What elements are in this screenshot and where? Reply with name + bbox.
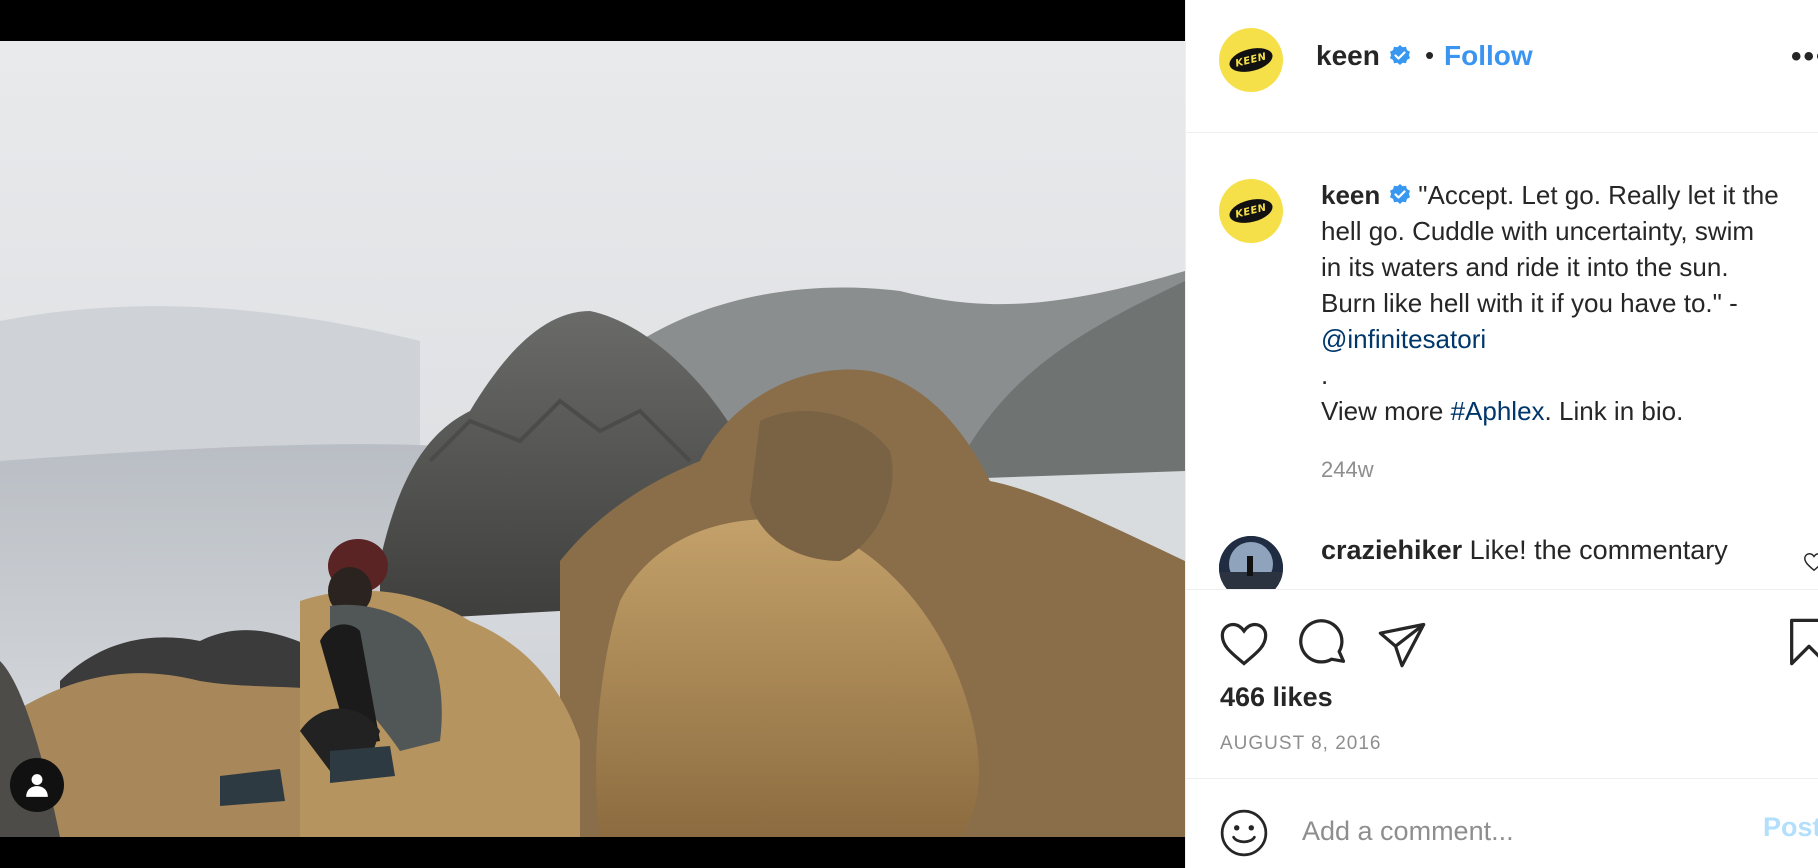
hashtag-link[interactable]: #Aphlex (1451, 396, 1545, 426)
post-date[interactable]: AUGUST 8, 2016 (1220, 733, 1382, 755)
comment-like-heart-icon[interactable] (1803, 551, 1818, 573)
caption-line: Burn like hell with it if you have to." … (1321, 288, 1738, 318)
post-actions: 466 likes AUGUST 8, 2016 (1186, 589, 1818, 779)
caption-line: View more #Aphlex. Link in bio. (1321, 396, 1684, 426)
keen-logo: KEEN (1226, 44, 1276, 76)
mention-link[interactable]: @infinitesatori (1321, 324, 1486, 354)
caption-avatar[interactable]: KEEN (1219, 179, 1283, 243)
keen-logo: KEEN (1226, 195, 1276, 227)
caption-line: keen "Accept. Let go. Really let it the (1321, 180, 1779, 210)
caption-line: . (1321, 360, 1329, 390)
post-photo[interactable] (0, 41, 1185, 837)
add-comment-bar: Post (1186, 778, 1818, 868)
commenter-avatar[interactable] (1219, 536, 1283, 589)
comment-username[interactable]: craziehiker (1321, 535, 1462, 565)
author-avatar[interactable]: KEEN (1219, 28, 1283, 92)
comment-item: craziehiker Like! the commentary (1321, 535, 1728, 565)
comments-section: KEEN keen "Accept. Let go. Really let it … (1186, 133, 1818, 589)
author-username[interactable]: keen (1316, 40, 1412, 72)
verified-badge-icon (1389, 45, 1410, 65)
caption-username[interactable]: keen (1321, 180, 1380, 210)
follow-button[interactable]: Follow (1444, 40, 1533, 72)
paper-plane-icon[interactable] (1376, 618, 1428, 670)
caption-text: keen "Accept. Let go. Really let it the h… (1321, 177, 1818, 429)
post-side-panel: KEEN keen • Follow ••• KEEN keen"Accept.… (1185, 0, 1818, 868)
avatar-image (1219, 536, 1283, 589)
verified-badge-icon (1390, 184, 1411, 204)
smiley-icon[interactable] (1219, 808, 1269, 858)
caption-line: hell go. Cuddle with uncertainty, swim (1321, 216, 1755, 246)
caption-line: in its waters and ride it into the sun. (1321, 252, 1729, 282)
likes-count[interactable]: 466 likes (1220, 682, 1333, 713)
person-icon (26, 774, 48, 797)
post-header: KEEN keen • Follow ••• (1186, 0, 1818, 133)
bookmark-icon[interactable] (1783, 616, 1818, 668)
caption-line: @infinitesatori (1321, 321, 1818, 357)
photo-illustration (0, 41, 1185, 837)
caption-timestamp[interactable]: 244w (1321, 457, 1374, 483)
post-comment-button[interactable]: Post (1763, 812, 1818, 843)
post-media (0, 0, 1185, 868)
comment-input[interactable] (1300, 808, 1744, 854)
user-tag-button[interactable] (10, 758, 64, 812)
more-options-icon[interactable]: ••• (1791, 40, 1818, 74)
comment-icon[interactable] (1298, 618, 1350, 670)
header-separator: • (1425, 40, 1435, 70)
heart-icon[interactable] (1218, 618, 1270, 670)
